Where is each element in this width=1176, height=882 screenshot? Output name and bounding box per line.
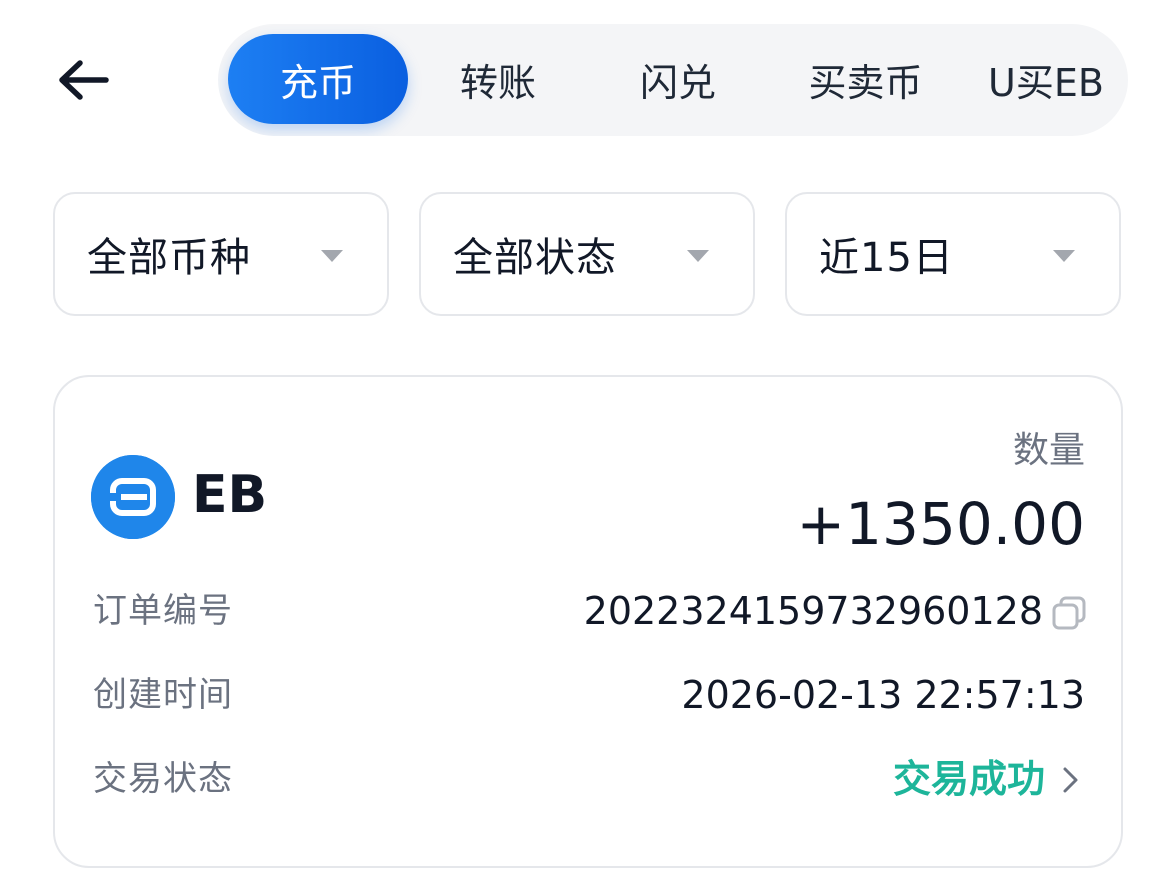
back-button[interactable] (52, 50, 116, 110)
order-number-label: 订单编号 (93, 591, 233, 631)
tab-bar: 充币 转账 闪兑 买卖币 U买EB (218, 24, 1128, 136)
tab-buy-sell[interactable]: 买卖币 (773, 34, 958, 124)
arrow-left-icon (59, 60, 109, 100)
deposit-record-card[interactable]: EB 数量 +1350.00 订单编号 2022324159732960128 … (53, 375, 1123, 868)
tab-deposit[interactable]: 充币 (228, 34, 408, 124)
tab-transfer[interactable]: 转账 (408, 34, 588, 124)
caret-down-icon (687, 250, 709, 262)
copy-icon[interactable] (1051, 595, 1087, 631)
filter-date-label: 近15日 (819, 235, 954, 281)
quantity-label: 数量 (1012, 430, 1085, 471)
coin-name: EB (192, 465, 268, 525)
tab-flash-swap[interactable]: 闪兑 (588, 34, 768, 124)
created-time-label: 创建时间 (93, 675, 233, 715)
chevron-right-icon[interactable] (1057, 765, 1083, 795)
filter-coin-label: 全部币种 (87, 235, 251, 281)
transaction-status-label: 交易状态 (93, 759, 233, 799)
created-time-value: 2026-02-13 22:57:13 (681, 673, 1085, 717)
order-number-value: 2022324159732960128 (583, 589, 1043, 633)
caret-down-icon (321, 250, 343, 262)
transaction-status-value[interactable]: 交易成功 (893, 757, 1045, 801)
eb-coin-logo (91, 455, 175, 539)
filter-status-label: 全部状态 (453, 235, 617, 281)
caret-down-icon (1053, 250, 1075, 262)
quantity-value: +1350.00 (796, 490, 1085, 558)
tab-u-buy-eb[interactable]: U买EB (988, 34, 1128, 124)
filter-date-dropdown[interactable]: 近15日 (785, 192, 1121, 316)
filter-coin-dropdown[interactable]: 全部币种 (53, 192, 389, 316)
filter-status-dropdown[interactable]: 全部状态 (419, 192, 755, 316)
